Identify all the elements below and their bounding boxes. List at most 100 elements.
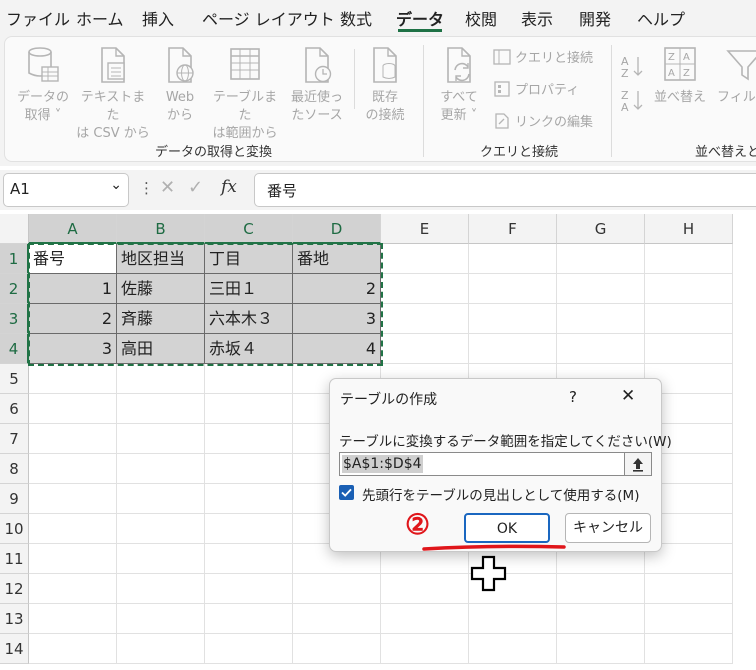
tab-help[interactable]: ヘルプ [637,6,685,30]
tab-view[interactable]: 表示 [521,6,553,30]
cell-h2[interactable] [645,274,733,304]
cell-b11[interactable] [117,544,205,574]
row-header-5[interactable]: 5 [0,364,29,394]
row-header-6[interactable]: 6 [0,394,29,424]
row-header-10[interactable]: 10 [0,514,29,544]
cell-c12[interactable] [205,574,293,604]
cell-f3[interactable] [469,304,557,334]
cell-h12[interactable] [645,574,733,604]
cell-g2[interactable] [557,274,645,304]
close-icon[interactable]: ✕ [621,386,635,406]
header-row-checkbox[interactable] [339,485,354,500]
cell-g12[interactable] [557,574,645,604]
row-header-9[interactable]: 9 [0,484,29,514]
row-header-3[interactable]: 3 [0,304,29,334]
tab-formulas[interactable]: 数式 [340,6,372,30]
get-data-button[interactable]: データの 取得 ˅ [17,45,69,125]
cell-a12[interactable] [29,574,117,604]
cell-c2[interactable]: 三田１ [205,274,293,304]
cell-c7[interactable] [205,424,293,454]
cell-f13[interactable] [469,604,557,634]
cell-a4[interactable]: 3 [29,334,117,364]
cell-c5[interactable] [205,364,293,394]
column-header-e[interactable]: E [381,214,469,244]
cell-e13[interactable] [381,604,469,634]
cell-e4[interactable] [381,334,469,364]
cell-a10[interactable] [29,514,117,544]
cell-e14[interactable] [381,634,469,664]
cell-a14[interactable] [29,634,117,664]
cell-c4[interactable]: 赤坂４ [205,334,293,364]
tab-insert[interactable]: 挿入 [142,6,174,30]
cell-d14[interactable] [293,634,381,664]
cell-a9[interactable] [29,484,117,514]
range-input[interactable]: $A$1:$D$4 [339,452,652,476]
chevron-down-icon[interactable]: ⌄ [110,177,122,193]
cell-h1[interactable] [645,244,733,274]
cell-h13[interactable] [645,604,733,634]
help-button[interactable]: ? [569,388,577,406]
column-header-d[interactable]: D [293,214,381,244]
cell-d3[interactable]: 3 [293,304,381,334]
tab-developer[interactable]: 開発 [579,6,611,30]
sort-button[interactable]: Z A A Z 並べ替え [651,45,709,107]
formula-input[interactable]: 番号 [254,173,756,207]
cell-c6[interactable] [205,394,293,424]
tab-file[interactable]: ファイル [6,6,70,30]
tab-page-layout[interactable]: ページ レイアウト [202,6,335,30]
cell-c1[interactable]: 丁目 [205,244,293,274]
column-header-a[interactable]: A [29,214,117,244]
cell-f1[interactable] [469,244,557,274]
cell-d12[interactable] [293,574,381,604]
column-header-f[interactable]: F [469,214,557,244]
cell-b13[interactable] [117,604,205,634]
cell-a5[interactable] [29,364,117,394]
row-header-4[interactable]: 4 [0,334,29,364]
cell-g3[interactable] [557,304,645,334]
row-header-2[interactable]: 2 [0,274,29,304]
cell-d4[interactable]: 4 [293,334,381,364]
cell-c9[interactable] [205,484,293,514]
cell-b6[interactable] [117,394,205,424]
recent-sources-button[interactable]: 最近使っ たソース [287,45,347,125]
cell-e1[interactable] [381,244,469,274]
tab-data[interactable]: データ [396,6,444,30]
cell-h4[interactable] [645,334,733,364]
column-header-h[interactable]: H [645,214,733,244]
cell-b5[interactable] [117,364,205,394]
ok-button[interactable]: OK [464,513,550,543]
cell-b7[interactable] [117,424,205,454]
cell-c11[interactable] [205,544,293,574]
cell-b2[interactable]: 佐藤 [117,274,205,304]
cell-d1[interactable]: 番地 [293,244,381,274]
properties-button[interactable]: プロパティ [493,79,579,98]
cell-a11[interactable] [29,544,117,574]
queries-connections-button[interactable]: クエリと接続 [493,47,593,66]
cell-a13[interactable] [29,604,117,634]
row-header-12[interactable]: 12 [0,574,29,604]
cell-d2[interactable]: 2 [293,274,381,304]
cell-h14[interactable] [645,634,733,664]
cell-d13[interactable] [293,604,381,634]
cell-b10[interactable] [117,514,205,544]
cell-e2[interactable] [381,274,469,304]
cell-g1[interactable] [557,244,645,274]
cancel-button[interactable]: キャンセル [565,513,651,543]
cell-g13[interactable] [557,604,645,634]
more-options-icon[interactable]: ⋮ [139,179,154,197]
existing-connections-button[interactable]: 既存 の接続 [359,45,411,125]
row-header-7[interactable]: 7 [0,424,29,454]
column-header-c[interactable]: C [205,214,293,244]
row-header-13[interactable]: 13 [0,604,29,634]
confirm-check-icon[interactable]: ✓ [188,177,203,198]
cell-a2[interactable]: 1 [29,274,117,304]
cell-b1[interactable]: 地区担当 [117,244,205,274]
cell-c10[interactable] [205,514,293,544]
header-row-checkbox-label[interactable]: 先頭行をテーブルの見出しとして使用する(M) [362,484,639,504]
cell-b9[interactable] [117,484,205,514]
cell-a6[interactable] [29,394,117,424]
insert-function-icon[interactable]: fx [221,177,237,197]
cell-b3[interactable]: 斉藤 [117,304,205,334]
cancel-x-icon[interactable]: ✕ [160,177,175,198]
cell-a1[interactable]: 番号 [29,244,117,274]
